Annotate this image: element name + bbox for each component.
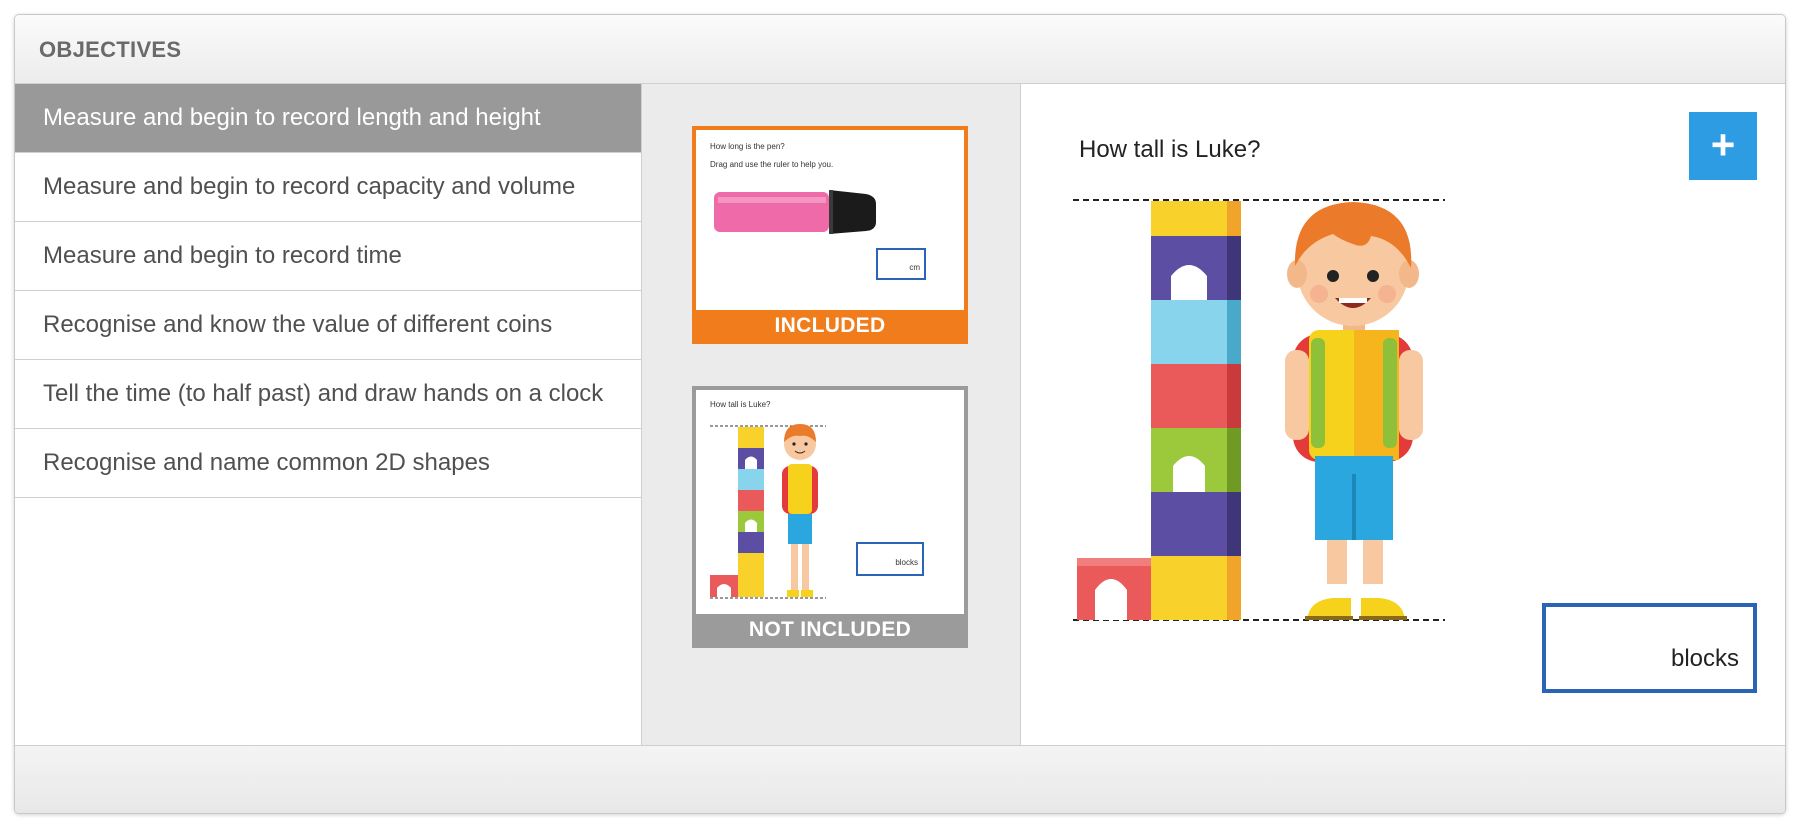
thumb-answer-box: blocks — [856, 542, 924, 576]
objective-item-coins[interactable]: Recognise and know the value of differen… — [15, 291, 641, 360]
objectives-panel: OBJECTIVES Measure and begin to record l… — [14, 14, 1786, 814]
question-preview: How tall is Luke? + blocks — [1021, 84, 1785, 746]
objective-item-length-height[interactable]: Measure and begin to record length and h… — [15, 84, 641, 153]
thumbnail-pen-question: How long is the pen? Drag and use the ru… — [696, 130, 964, 310]
preview-question-text: How tall is Luke? — [1079, 136, 1261, 163]
plus-icon: + — [1710, 121, 1736, 168]
objective-item-tell-time[interactable]: Tell the time (to half past) and draw ha… — [15, 360, 641, 429]
thumbnail-not-included[interactable]: How tall is Luke? blocks NOT INCLUDED — [692, 386, 968, 648]
highlighter-pen-image — [714, 190, 876, 234]
panel-footer — [15, 745, 1785, 813]
question-thumbnails: How long is the pen? Drag and use the ru… — [642, 84, 1021, 746]
not-included-label: NOT INCLUDED — [748, 618, 912, 641]
thumb-unit-label: blocks — [895, 558, 918, 567]
thumb-answer-box: cm — [876, 248, 926, 280]
objective-item-capacity-volume[interactable]: Measure and begin to record capacity and… — [15, 153, 641, 222]
objective-item-2d-shapes[interactable]: Recognise and name common 2D shapes — [15, 429, 641, 498]
objective-item-time[interactable]: Measure and begin to record time — [15, 222, 641, 291]
mini-blocks-and-boy-image — [710, 424, 826, 599]
answer-unit-label: blocks — [1670, 645, 1739, 672]
add-button[interactable]: + — [1689, 112, 1757, 180]
thumbnail-luke-question: How tall is Luke? blocks — [696, 390, 964, 614]
panel-title: OBJECTIVES — [39, 37, 182, 62]
thumb-unit-label: cm — [909, 263, 920, 272]
thumbnail-included[interactable]: How long is the pen? Drag and use the ru… — [692, 126, 968, 344]
objectives-list: Measure and begin to record length and h… — [15, 84, 642, 746]
included-label: INCLUDED — [774, 314, 886, 337]
blocks-and-boy-illustration — [1073, 199, 1445, 621]
panel-header: OBJECTIVES — [15, 15, 1785, 84]
answer-input[interactable]: blocks — [1542, 603, 1757, 693]
